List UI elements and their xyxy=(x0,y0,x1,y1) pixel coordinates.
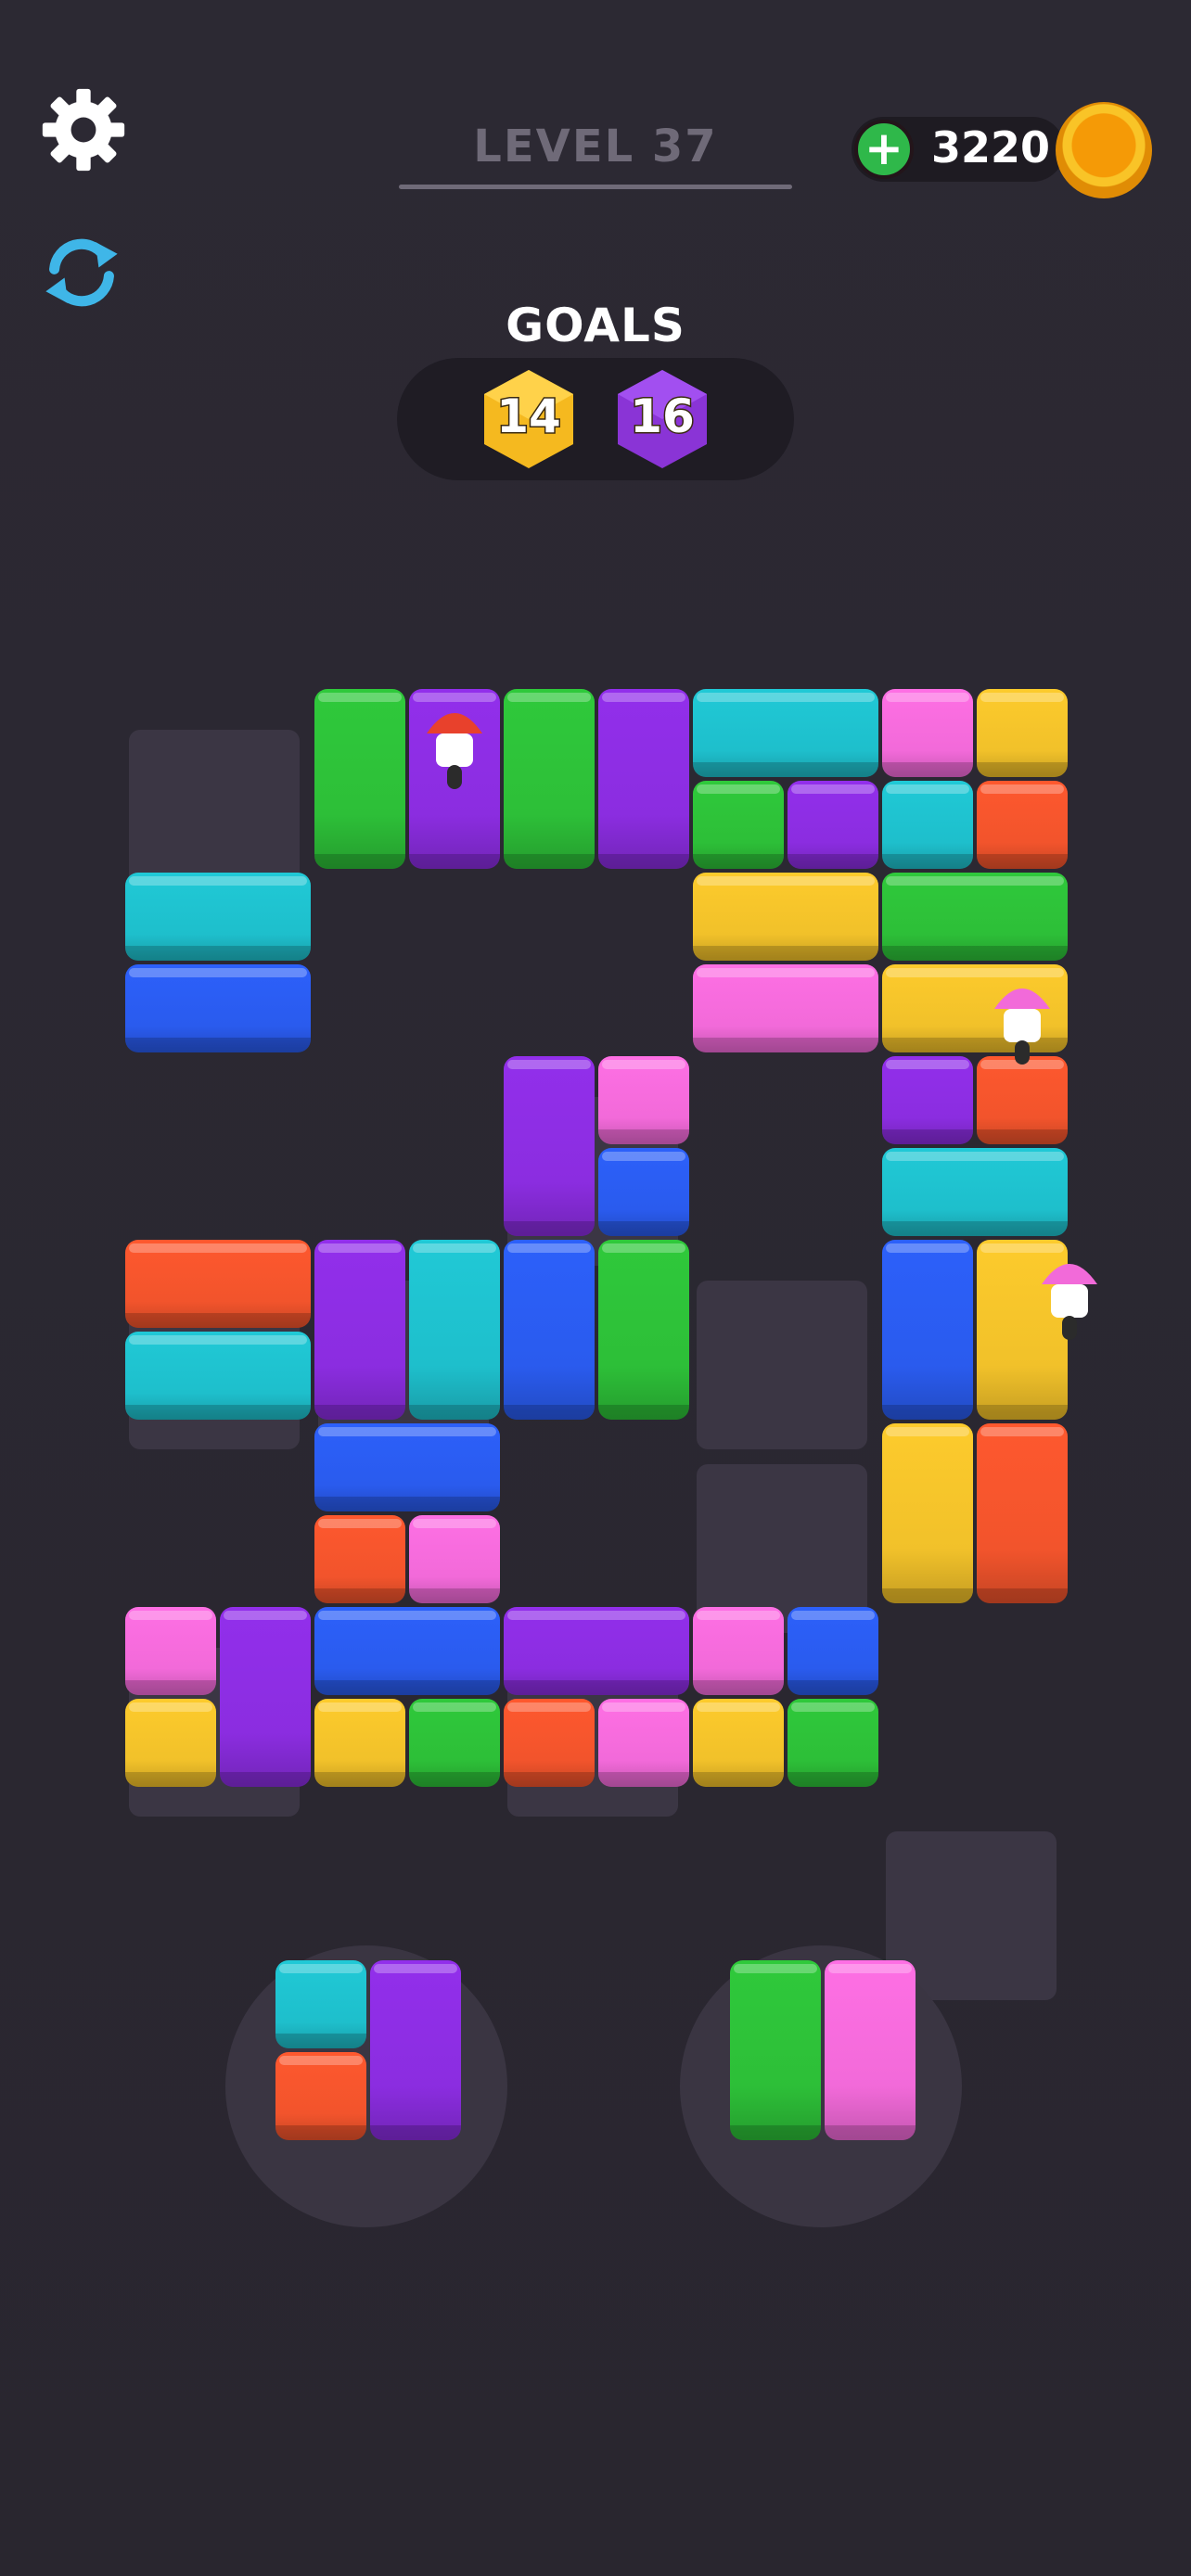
board-block-purple[interactable] xyxy=(788,781,878,869)
board-block-cyan[interactable] xyxy=(125,873,311,961)
board-block-orange[interactable] xyxy=(504,1699,595,1787)
board-block-yellow[interactable] xyxy=(125,1699,216,1787)
level-label: LEVEL 37 xyxy=(473,121,718,172)
piece-tray[interactable] xyxy=(225,1945,507,2227)
board-block-green[interactable] xyxy=(788,1699,878,1787)
board-block-green[interactable] xyxy=(314,689,405,869)
board-block-orange[interactable] xyxy=(977,781,1068,869)
board-block-green[interactable] xyxy=(409,1699,500,1787)
level-indicator: LEVEL 37 xyxy=(399,111,792,189)
board-block-orange[interactable] xyxy=(314,1515,405,1603)
board-block-cyan[interactable] xyxy=(125,1332,311,1420)
board-block-cyan[interactable] xyxy=(693,689,878,777)
tray-block-orange[interactable] xyxy=(275,2052,366,2140)
board-block-purple[interactable] xyxy=(598,689,689,869)
board-block-pink[interactable] xyxy=(598,1056,689,1144)
board-block-purple[interactable] xyxy=(314,1240,405,1420)
board-block-pink[interactable] xyxy=(598,1699,689,1787)
board-block-purple[interactable] xyxy=(504,1056,595,1236)
board-block-yellow[interactable] xyxy=(314,1699,405,1787)
lamp-red-icon xyxy=(427,713,482,789)
board-block-orange[interactable] xyxy=(977,1423,1068,1603)
board-block-yellow[interactable] xyxy=(882,1423,973,1603)
goals-panel xyxy=(397,358,794,480)
piece-tray[interactable] xyxy=(680,1945,962,2227)
board-block-yellow[interactable] xyxy=(693,873,878,961)
board-block-blue[interactable] xyxy=(882,1240,973,1420)
tray-block-green[interactable] xyxy=(730,1960,821,2140)
lamp-pink-icon xyxy=(994,988,1050,1065)
coin-icon xyxy=(1056,102,1152,198)
tray-block-pink[interactable] xyxy=(825,1960,916,2140)
board-block-yellow[interactable] xyxy=(693,1699,784,1787)
board-block-blue[interactable] xyxy=(504,1240,595,1420)
board-block-purple[interactable] xyxy=(504,1607,689,1695)
board-block-orange[interactable] xyxy=(125,1240,311,1328)
board-block-purple[interactable] xyxy=(882,1056,973,1144)
game-screen: LEVEL 37 + 3220 GOALS 14 16 xyxy=(0,0,1191,2576)
board-block-blue[interactable] xyxy=(314,1423,500,1511)
board-block-green[interactable] xyxy=(504,689,595,869)
board-block-pink[interactable] xyxy=(882,689,973,777)
tray-block-purple[interactable] xyxy=(370,1960,461,2140)
board-block-pink[interactable] xyxy=(693,1607,784,1695)
level-underline xyxy=(399,185,792,189)
lamp-pink-icon xyxy=(1042,1264,1097,1340)
board-block-green[interactable] xyxy=(882,873,1068,961)
empty-slot[interactable] xyxy=(697,1281,867,1449)
board-block-cyan[interactable] xyxy=(409,1240,500,1420)
goal-yellow-count: 14 xyxy=(495,389,563,445)
board-block-cyan[interactable] xyxy=(882,1148,1068,1236)
add-coins-button[interactable]: + xyxy=(854,120,914,179)
board-block-green[interactable] xyxy=(693,781,784,869)
board-block-cyan[interactable] xyxy=(882,781,973,869)
board-block-green[interactable] xyxy=(598,1240,689,1420)
goal-purple-count: 16 xyxy=(629,389,697,445)
board-block-pink[interactable] xyxy=(125,1607,216,1695)
board-block-yellow[interactable] xyxy=(977,689,1068,777)
board-block-pink[interactable] xyxy=(693,964,878,1052)
board-block-blue[interactable] xyxy=(125,964,311,1052)
board-block-pink[interactable] xyxy=(409,1515,500,1603)
settings-gear-icon[interactable] xyxy=(39,85,128,174)
board-block-blue[interactable] xyxy=(598,1148,689,1236)
board-block-blue[interactable] xyxy=(314,1607,500,1695)
tray-block-cyan[interactable] xyxy=(275,1960,366,2048)
board-block-purple[interactable] xyxy=(220,1607,311,1787)
board-block-blue[interactable] xyxy=(788,1607,878,1695)
goals-title: GOALS xyxy=(506,299,685,352)
coin-amount: 3220 xyxy=(931,122,1051,172)
